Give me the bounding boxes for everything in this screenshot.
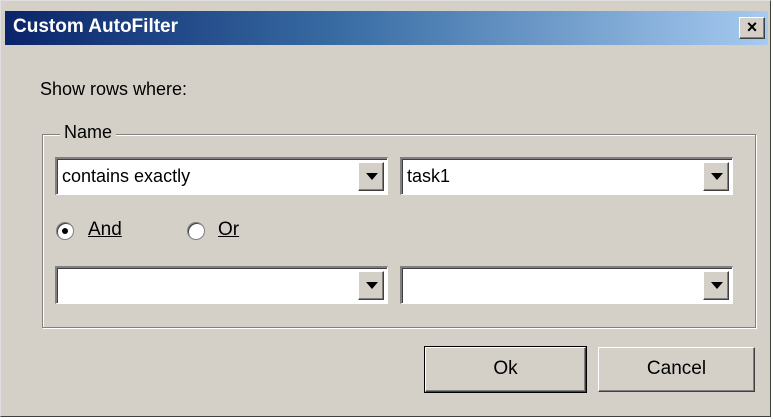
- title-bar[interactable]: Custom AutoFilter ×: [5, 11, 768, 45]
- chevron-down-icon[interactable]: [703, 271, 729, 300]
- operator-select-1[interactable]: contains exactly: [55, 157, 388, 195]
- close-button[interactable]: ×: [739, 17, 765, 39]
- close-icon: ×: [746, 17, 758, 37]
- custom-autofilter-dialog: Custom AutoFilter × Show rows where: Nam…: [0, 0, 771, 417]
- group-legend: Name: [60, 122, 117, 143]
- ok-button[interactable]: Ok: [424, 346, 587, 393]
- operator-select-1-value: contains exactly: [62, 166, 191, 186]
- and-radio-label[interactable]: And: [88, 219, 122, 241]
- and-radio[interactable]: [56, 222, 74, 240]
- dialog-title: Custom AutoFilter: [13, 16, 179, 37]
- instruction-label: Show rows where:: [40, 79, 188, 99]
- chevron-down-icon[interactable]: [358, 162, 384, 191]
- chevron-down-icon[interactable]: [703, 162, 729, 191]
- value-select-1-value: task1: [407, 166, 451, 186]
- or-radio[interactable]: [187, 222, 205, 240]
- or-radio-label[interactable]: Or: [218, 219, 239, 241]
- value-select-2[interactable]: [400, 266, 733, 304]
- value-select-1[interactable]: task1: [400, 157, 733, 195]
- chevron-down-icon[interactable]: [358, 271, 384, 300]
- cancel-button[interactable]: Cancel: [598, 347, 755, 392]
- operator-select-2[interactable]: [55, 266, 388, 304]
